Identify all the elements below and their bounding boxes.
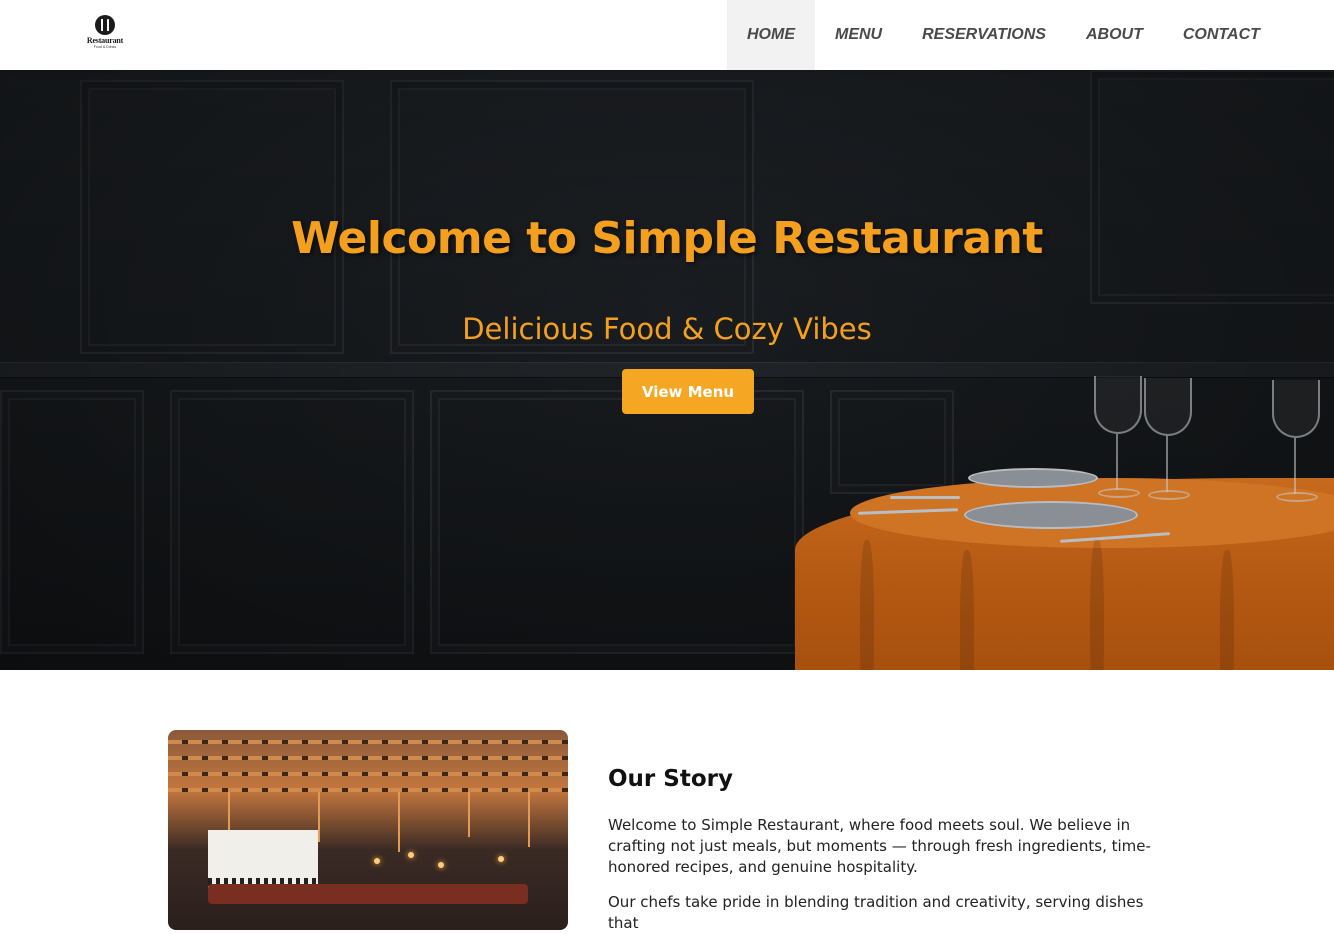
restaurant-interior-image	[168, 730, 568, 930]
nav-menu[interactable]: MENU	[815, 0, 902, 70]
hero-subtitle: Delicious Food & Cozy Vibes	[462, 312, 872, 346]
story-paragraph-1: Welcome to Simple Restaurant, where food…	[608, 816, 1151, 876]
story-title: Our Story	[608, 766, 733, 792]
nav-reservations[interactable]: RESERVATIONS	[902, 0, 1066, 70]
restaurant-logo[interactable]: Restaurant Food & Drinks	[84, 15, 126, 53]
fork-knife-icon	[95, 15, 115, 35]
hero-section: Welcome to Simple Restaurant Delicious F…	[0, 70, 1334, 670]
main-nav: HOME MENU RESERVATIONS ABOUT CONTACT	[727, 0, 1280, 70]
story-paragraph-2: Our chefs take pride in blending traditi…	[608, 893, 1144, 932]
logo-subtext: Food & Drinks	[93, 45, 117, 49]
nav-about[interactable]: ABOUT	[1066, 0, 1163, 70]
nav-contact[interactable]: CONTACT	[1163, 0, 1280, 70]
hero-title: Welcome to Simple Restaurant	[291, 213, 1043, 264]
nav-home[interactable]: HOME	[727, 0, 815, 70]
top-navbar: Restaurant Food & Drinks HOME MENU RESER…	[0, 0, 1334, 70]
view-menu-button[interactable]: View Menu	[622, 369, 754, 414]
logo-text: Restaurant	[86, 36, 124, 45]
